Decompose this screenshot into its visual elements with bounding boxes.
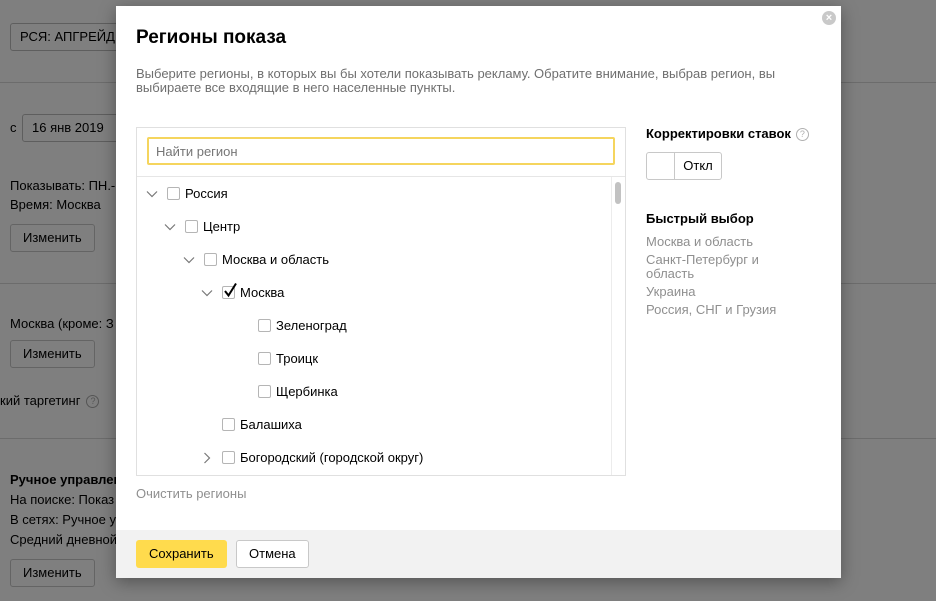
toggle-label: Откл	[683, 158, 713, 173]
region-checkbox[interactable]	[167, 187, 180, 200]
tree-scrollbar[interactable]	[611, 177, 625, 475]
right-column: Корректировки ставок ? Откл Быстрый выбо…	[646, 126, 826, 317]
chevron-right-icon[interactable]	[201, 452, 213, 464]
modal-description: Выберите регионы, в которых вы бы хотели…	[136, 66, 776, 95]
tree-row[interactable]: Троицк	[237, 342, 318, 375]
tree-row[interactable]: Центр	[164, 210, 240, 243]
chevron-down-icon[interactable]	[201, 287, 213, 299]
region-label: Москва и область	[222, 251, 330, 267]
regions-modal: × Регионы показа Выберите регионы, в кот…	[116, 6, 841, 578]
region-checkbox[interactable]	[185, 220, 198, 233]
region-label: Москва	[240, 284, 285, 300]
tree-row[interactable]: Россия	[146, 177, 228, 210]
quick-select-list: Москва и область Санкт-Петербург и облас…	[646, 235, 806, 321]
modal-title: Регионы показа	[136, 27, 287, 48]
region-checkbox[interactable]	[258, 319, 271, 332]
region-checkbox[interactable]	[222, 451, 235, 464]
region-label: Троицк	[276, 350, 319, 366]
region-label: Центр	[203, 218, 241, 234]
scrollbar-thumb[interactable]	[615, 182, 621, 204]
cancel-button[interactable]: Отмена	[236, 540, 309, 568]
region-label: Богородский (городской округ)	[240, 449, 424, 465]
region-checkbox[interactable]	[222, 282, 237, 299]
region-label: Зеленоград	[276, 317, 347, 333]
quick-select-item[interactable]: Москва и область	[646, 235, 806, 249]
quick-select-item[interactable]: Санкт-Петербург и область	[646, 253, 806, 281]
checkmark-icon	[224, 282, 237, 298]
close-icon[interactable]: ×	[822, 11, 836, 25]
chevron-down-icon[interactable]	[164, 221, 176, 233]
chevron-down-icon[interactable]	[146, 188, 158, 200]
tree-row[interactable]: Зеленоград	[237, 309, 347, 342]
quick-select-item[interactable]: Россия, СНГ и Грузия	[646, 303, 806, 317]
region-checkbox[interactable]	[222, 418, 235, 431]
region-checkbox[interactable]	[258, 352, 271, 365]
quick-select-title: Быстрый выбор	[646, 211, 754, 226]
tree-row[interactable]: Богородский (городской округ)	[201, 441, 423, 474]
tree-row[interactable]: Щербинка	[237, 375, 338, 408]
region-label: Россия	[185, 185, 228, 201]
modal-footer: Сохранить Отмена	[116, 530, 841, 578]
save-button[interactable]: Сохранить	[136, 540, 227, 568]
tree-row[interactable]: Балашиха	[201, 408, 302, 441]
toggle-knob[interactable]	[647, 153, 675, 179]
region-tree-panel: Россия Центр Москва и область Москва Зеленог…	[136, 127, 626, 476]
bid-adjustments-title: Корректировки ставок	[646, 126, 791, 141]
region-checkbox[interactable]	[258, 385, 271, 398]
region-search-input[interactable]	[147, 137, 615, 165]
region-label: Балашиха	[240, 416, 302, 432]
chevron-down-icon[interactable]	[183, 254, 195, 266]
tree-row[interactable]: Москва	[201, 276, 284, 309]
region-tree: Россия Центр Москва и область Москва Зеленог…	[137, 177, 611, 475]
region-checkbox[interactable]	[204, 253, 217, 266]
tree-row[interactable]: Москва и область	[183, 243, 329, 276]
region-label: Щербинка	[276, 383, 338, 399]
clear-regions-link[interactable]: Очистить регионы	[136, 486, 246, 501]
help-icon[interactable]: ?	[795, 127, 809, 141]
quick-select-item[interactable]: Украина	[646, 285, 806, 299]
bid-adjustments-toggle[interactable]: Откл	[646, 152, 722, 180]
bid-adjustments-heading: Корректировки ставок ?	[646, 126, 826, 142]
